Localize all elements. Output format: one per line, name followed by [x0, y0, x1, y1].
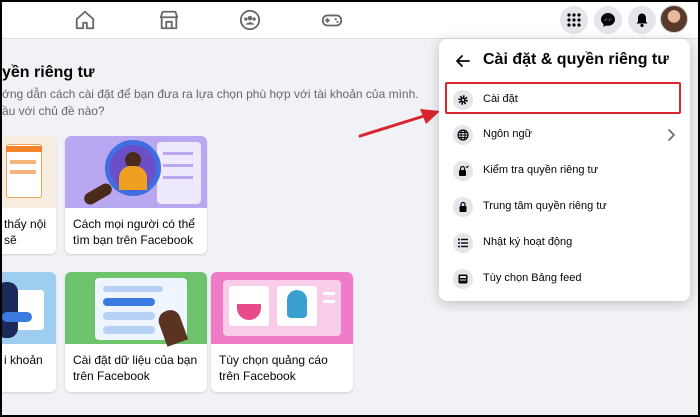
messenger-button[interactable]: [594, 6, 622, 34]
card-label-line: Cách mọi người có thể: [73, 217, 195, 231]
back-arrow-icon[interactable]: [455, 53, 471, 69]
description-line: ớng dẫn cách cài đặt để bạn đưa ra lựa c…: [2, 87, 419, 101]
card-label: Tùy chọn quảng cáo trên Facebook: [219, 352, 347, 384]
menu-item-settings[interactable]: Cài đặt: [443, 84, 686, 116]
menu-item-privacy-center[interactable]: Trung tâm quyền riêng tư: [443, 191, 686, 223]
home-icon[interactable]: [74, 9, 96, 31]
card-label-line: thấy nội: [4, 217, 47, 231]
menu-item-label: Tùy chọn Bảng feed: [483, 272, 582, 284]
feed-icon: [453, 269, 473, 289]
card-label-line: trên Facebook: [73, 369, 150, 383]
menu-title: Cài đặt & quyền riêng tư: [483, 51, 669, 68]
card-illustration: [65, 136, 207, 208]
card-label: Cài đặt dữ liệu của bạn trên Facebook: [73, 352, 201, 384]
grid-icon: [567, 13, 581, 27]
card-label-line: tìm bạn trên Facebook: [73, 233, 194, 247]
messenger-icon: [601, 13, 615, 27]
card-label-line: i khoản: [4, 353, 43, 367]
screenshot-frame: yền riêng tư ớng dẫn cách cài đặt để bạn…: [2, 2, 698, 415]
menu-grid-button[interactable]: [560, 6, 588, 34]
red-arrow-annotation: [358, 109, 440, 138]
topic-card[interactable]: thấy nội sẽ: [2, 136, 56, 254]
card-illustration: [211, 272, 353, 344]
lock-icon: [453, 197, 473, 217]
topic-card[interactable]: Cách mọi người có thể tìm bạn trên Faceb…: [65, 136, 207, 254]
card-label: thấy nội sẽ: [4, 216, 50, 248]
menu-item-label: Nhật ký hoạt động: [483, 236, 573, 248]
notifications-button[interactable]: [628, 6, 656, 34]
card-illustration: [2, 136, 56, 208]
bell-icon: [636, 13, 648, 28]
menu-item-privacy-checkup[interactable]: Kiểm tra quyền riêng tư: [443, 155, 686, 187]
lock-check-icon: [453, 161, 473, 181]
groups-icon[interactable]: [239, 9, 261, 31]
card-label-line: trên Facebook: [219, 369, 296, 383]
list-icon: [453, 233, 473, 253]
card-label: Cách mọi người có thể tìm bạn trên Faceb…: [73, 216, 201, 248]
profile-avatar[interactable]: [660, 5, 688, 33]
gaming-icon[interactable]: [321, 9, 343, 31]
menu-item-feed-preferences[interactable]: Tùy chọn Bảng feed: [443, 263, 686, 295]
menu-item-activity-log[interactable]: Nhật ký hoạt động: [443, 227, 686, 259]
top-navigation-bar: [2, 2, 698, 39]
topic-card[interactable]: Cài đặt dữ liệu của bạn trên Facebook: [65, 272, 207, 392]
menu-item-label: Trung tâm quyền riêng tư: [483, 200, 607, 212]
settings-privacy-menu: Cài đặt & quyền riêng tư Cài đặt Ngôn ng…: [439, 39, 690, 301]
card-label-line: Tùy chọn quảng cáo: [219, 353, 328, 367]
menu-item-label: Kiểm tra quyền riêng tư: [483, 164, 598, 176]
menu-header: Cài đặt & quyền riêng tư: [439, 47, 690, 77]
menu-item-language[interactable]: Ngôn ngữ: [443, 119, 686, 151]
marketplace-icon[interactable]: [158, 9, 180, 31]
card-label-line: sẽ: [4, 233, 17, 247]
page-title: yền riêng tư: [2, 64, 95, 81]
card-label-line: Cài đặt dữ liệu của bạn: [73, 353, 198, 367]
chevron-right-icon: [668, 129, 675, 141]
topic-card[interactable]: Tùy chọn quảng cáo trên Facebook: [211, 272, 353, 392]
menu-item-label: Ngôn ngữ: [483, 128, 532, 140]
globe-icon: [453, 125, 473, 145]
card-illustration: [2, 272, 56, 344]
menu-item-label: Cài đặt: [483, 93, 518, 105]
card-illustration: [65, 272, 207, 347]
gear-icon: [453, 90, 473, 110]
card-label: i khoản: [4, 352, 50, 368]
topic-card[interactable]: i khoản: [2, 272, 56, 392]
